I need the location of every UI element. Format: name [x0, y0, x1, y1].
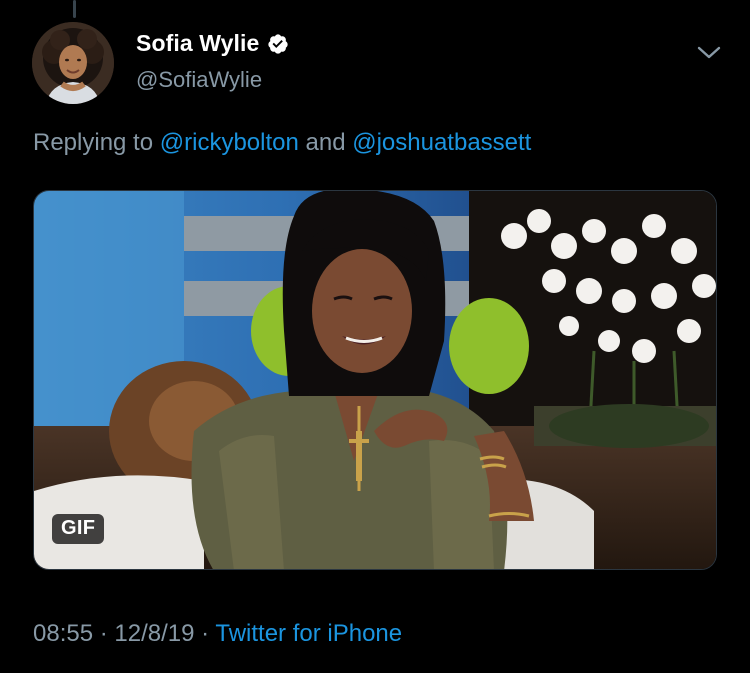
gif-preview-image: [34, 191, 716, 569]
reply-join: and: [298, 129, 353, 156]
mention-link-1[interactable]: @rickybolton: [160, 129, 299, 156]
author-name-row[interactable]: Sofia Wylie: [136, 30, 289, 57]
mention-link-2[interactable]: @joshuatbassett: [352, 129, 531, 156]
gif-media[interactable]: [33, 190, 717, 570]
avatar[interactable]: [32, 22, 114, 104]
tweet-date[interactable]: 12/8/19: [114, 620, 194, 647]
author-handle[interactable]: @SofiaWylie: [136, 67, 262, 93]
meta-separator-2: ·: [194, 620, 216, 647]
chevron-down-icon[interactable]: [694, 40, 724, 64]
gif-badge: GIF: [52, 514, 105, 544]
reply-prefix: Replying to: [33, 129, 160, 156]
replying-to-line: Replying to @rickybolton and @joshuatbas…: [33, 129, 531, 157]
tweet-source-link[interactable]: Twitter for iPhone: [215, 620, 402, 647]
author-display-name[interactable]: Sofia Wylie: [136, 30, 259, 57]
tweet-meta-line: 08:55 · 12/8/19 · Twitter for iPhone: [33, 620, 402, 648]
tweet-time[interactable]: 08:55: [33, 620, 93, 647]
thread-connector-line: [73, 0, 76, 18]
meta-separator-1: ·: [93, 620, 115, 647]
verified-badge-icon: [267, 33, 289, 55]
avatar-image: [32, 22, 114, 104]
